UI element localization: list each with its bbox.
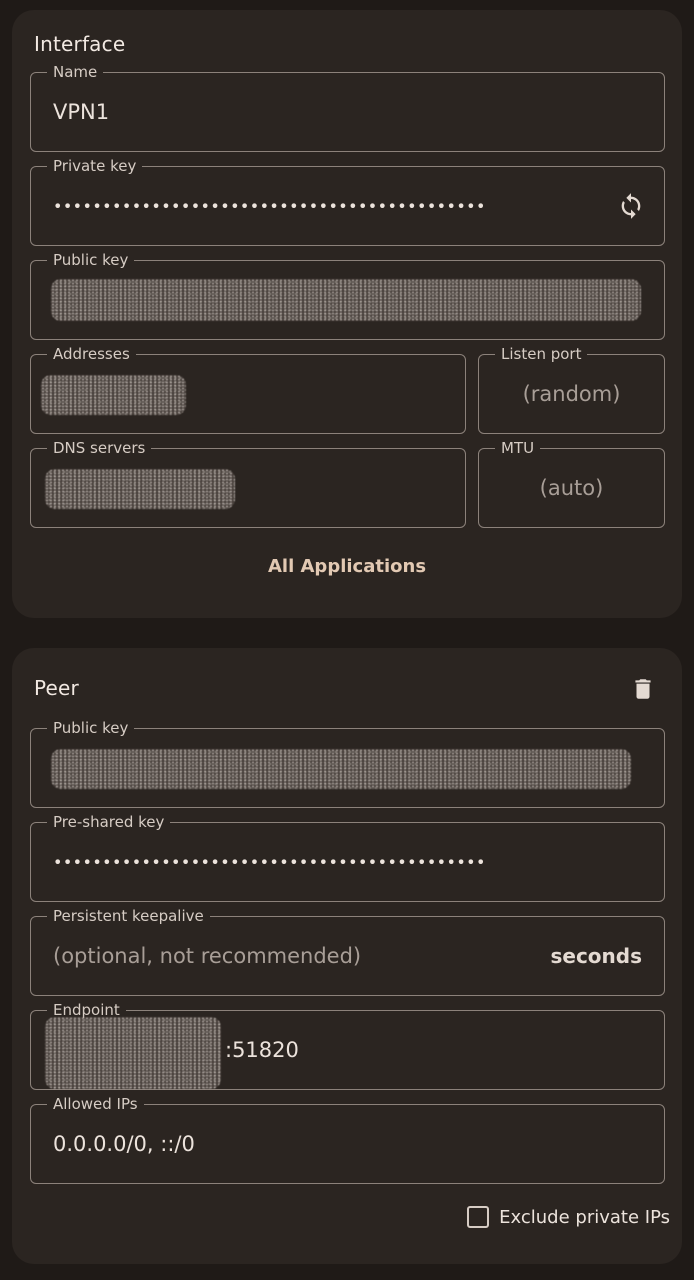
- interface-section-title: Interface: [34, 32, 126, 56]
- redacted-dns-servers: [45, 469, 235, 509]
- name-field-value: VPN1: [53, 100, 110, 124]
- private-key-label: Private key: [47, 156, 143, 176]
- all-applications-button[interactable]: All Applications: [12, 556, 682, 577]
- mtu-field[interactable]: MTU (auto): [478, 438, 665, 528]
- redacted-public-key: [51, 279, 641, 321]
- keepalive-seconds-suffix: seconds: [550, 944, 642, 968]
- exclude-private-ips-checkbox[interactable]: [467, 1206, 490, 1228]
- name-field[interactable]: Name VPN1: [30, 62, 665, 152]
- endpoint-port: :51820: [225, 1038, 299, 1062]
- redacted-addresses: [41, 375, 186, 415]
- name-field-label: Name: [47, 62, 104, 82]
- peer-public-key-label: Public key: [47, 718, 135, 738]
- interface-card: Interface Name VPN1 Private key ••••••••…: [12, 10, 682, 618]
- mtu-placeholder: (auto): [539, 476, 604, 500]
- preshared-key-field[interactable]: Pre-shared key •••••••••••••••••••••••••…: [30, 812, 665, 902]
- exclude-private-ips-row[interactable]: Exclude private IPs: [467, 1206, 670, 1228]
- allowed-ips-field[interactable]: Allowed IPs 0.0.0.0/0, ::/0: [30, 1094, 665, 1184]
- persistent-keepalive-placeholder: (optional, not recommended): [53, 944, 362, 968]
- addresses-label: Addresses: [47, 344, 136, 364]
- persistent-keepalive-field[interactable]: Persistent keepalive (optional, not reco…: [30, 906, 665, 996]
- mtu-label: MTU: [495, 438, 541, 458]
- exclude-private-ips-label: Exclude private IPs: [499, 1206, 670, 1228]
- redacted-peer-public-key: [51, 749, 631, 789]
- private-key-field[interactable]: Private key ••••••••••••••••••••••••••••…: [30, 156, 665, 246]
- private-key-value: ••••••••••••••••••••••••••••••••••••••••…: [53, 196, 486, 216]
- peer-section-title: Peer: [34, 676, 79, 700]
- refresh-icon[interactable]: [616, 191, 646, 221]
- preshared-key-value: ••••••••••••••••••••••••••••••••••••••••…: [53, 852, 486, 872]
- dns-servers-label: DNS servers: [47, 438, 152, 458]
- peer-card: Peer Public key Pre-shared key •••••••••…: [12, 648, 682, 1264]
- listen-port-placeholder: (random): [522, 382, 621, 406]
- peer-public-key-field[interactable]: Public key: [30, 718, 665, 808]
- endpoint-field[interactable]: Endpoint :51820: [30, 1000, 665, 1090]
- dns-servers-field[interactable]: DNS servers: [30, 438, 466, 528]
- persistent-keepalive-label: Persistent keepalive: [47, 906, 210, 926]
- preshared-key-label: Pre-shared key: [47, 812, 171, 832]
- redacted-endpoint-host: [45, 1017, 221, 1089]
- public-key-label: Public key: [47, 250, 135, 270]
- listen-port-field[interactable]: Listen port (random): [478, 344, 665, 434]
- trash-icon[interactable]: [626, 672, 660, 706]
- listen-port-label: Listen port: [495, 344, 588, 364]
- addresses-field[interactable]: Addresses: [30, 344, 466, 434]
- allowed-ips-label: Allowed IPs: [47, 1094, 144, 1114]
- public-key-field[interactable]: Public key: [30, 250, 665, 340]
- allowed-ips-value: 0.0.0.0/0, ::/0: [53, 1132, 195, 1156]
